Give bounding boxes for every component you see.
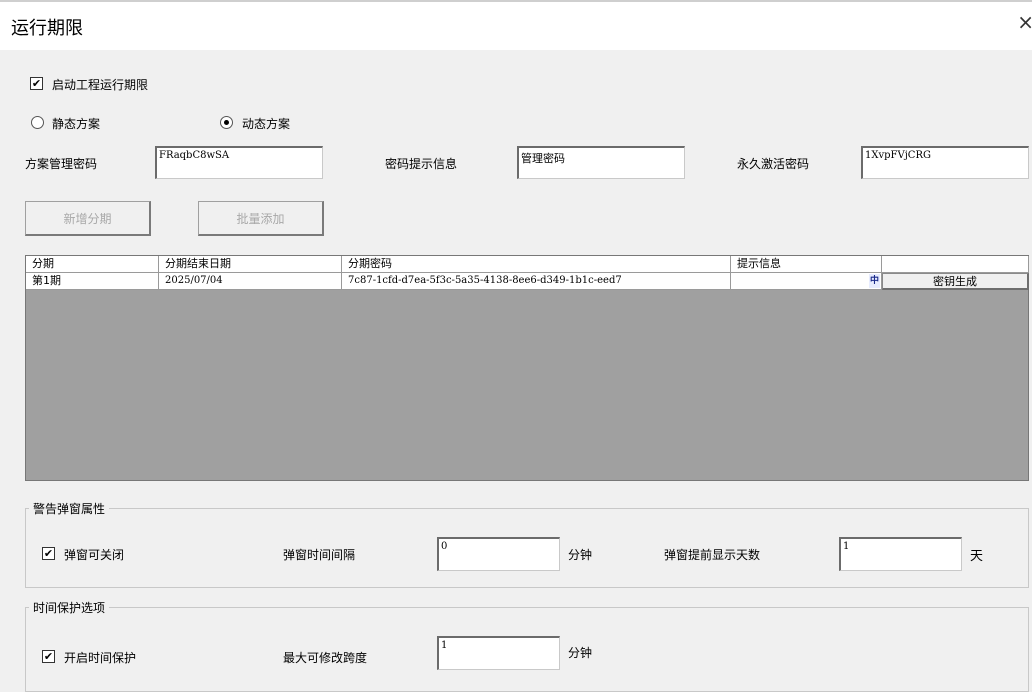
warning-group-title: 警告弹窗属性 — [29, 500, 110, 517]
enable-limit-label: 启动工程运行期限 — [52, 78, 149, 92]
static-scheme-radio[interactable] — [31, 116, 44, 129]
hint-input[interactable]: 管理密码 — [517, 146, 685, 179]
popup-interval-label: 弹窗时间间隔 — [283, 548, 356, 562]
table-row[interactable]: 第1期 2025/07/04 7c87-1cfd-d7ea-5f3c-5a35-… — [26, 273, 1029, 290]
popup-closable-label: 弹窗可关闭 — [64, 548, 125, 562]
dynamic-scheme-radio[interactable] — [220, 116, 233, 129]
static-scheme-label: 静态方案 — [52, 117, 101, 131]
popup-advance-label: 弹窗提前显示天数 — [664, 548, 761, 562]
radio-selected-dot — [224, 120, 229, 125]
close-icon[interactable]: × — [1017, 12, 1032, 32]
dynamic-scheme-label: 动态方案 — [242, 117, 291, 131]
period-table: 分期 分期结束日期 分期密码 提示信息 第1期 2025/07/04 7c87-… — [25, 255, 1029, 481]
hint-label: 密码提示信息 — [385, 157, 458, 171]
max-span-input[interactable]: 1 — [437, 636, 560, 670]
perm-activate-input[interactable]: 1XvpFVjCRG — [861, 146, 1029, 179]
manage-pwd-label: 方案管理密码 — [25, 157, 98, 171]
popup-closable-checkbox[interactable]: ✔ — [42, 547, 55, 560]
window-title: 运行期限 — [11, 18, 83, 39]
max-span-unit: 分钟 — [568, 646, 593, 660]
batch-add-button[interactable]: 批量添加 — [198, 201, 324, 236]
cell-end-date[interactable]: 2025/07/04 — [159, 273, 342, 290]
cell-period[interactable]: 第1期 — [26, 273, 159, 290]
col-header-period: 分期 — [26, 256, 159, 273]
cell-hint[interactable]: 中 — [731, 273, 882, 290]
enable-limit-checkbox[interactable]: ✔ — [30, 77, 43, 90]
popup-advance-unit: 天 — [970, 549, 984, 564]
top-edge — [0, 0, 1032, 2]
time-protect-checkbox[interactable]: ✔ — [42, 650, 55, 663]
col-header-action — [882, 256, 1029, 273]
add-period-button[interactable]: 新增分期 — [25, 201, 151, 236]
col-header-password: 分期密码 — [342, 256, 731, 273]
table-header: 分期 分期结束日期 分期密码 提示信息 — [26, 256, 1029, 273]
cell-password[interactable]: 7c87-1cfd-d7ea-5f3c-5a35-4138-8ee6-d349-… — [342, 273, 731, 290]
manage-pwd-input[interactable]: FRaqbC8wSA — [155, 146, 323, 179]
col-header-end-date: 分期结束日期 — [159, 256, 342, 273]
title-bar — [0, 0, 1032, 50]
time-protect-label: 开启时间保护 — [64, 651, 137, 665]
generate-key-button[interactable]: 密钥生成 — [882, 273, 1029, 290]
max-span-label: 最大可修改跨度 — [283, 651, 368, 665]
popup-interval-input[interactable]: 0 — [437, 537, 560, 571]
perm-activate-label: 永久激活密码 — [737, 157, 810, 171]
popup-advance-input[interactable]: 1 — [839, 537, 962, 571]
col-header-hint: 提示信息 — [731, 256, 882, 273]
ime-indicator-icon: 中 — [868, 274, 880, 288]
popup-interval-unit: 分钟 — [568, 548, 593, 562]
protect-group-title: 时间保护选项 — [29, 599, 110, 616]
